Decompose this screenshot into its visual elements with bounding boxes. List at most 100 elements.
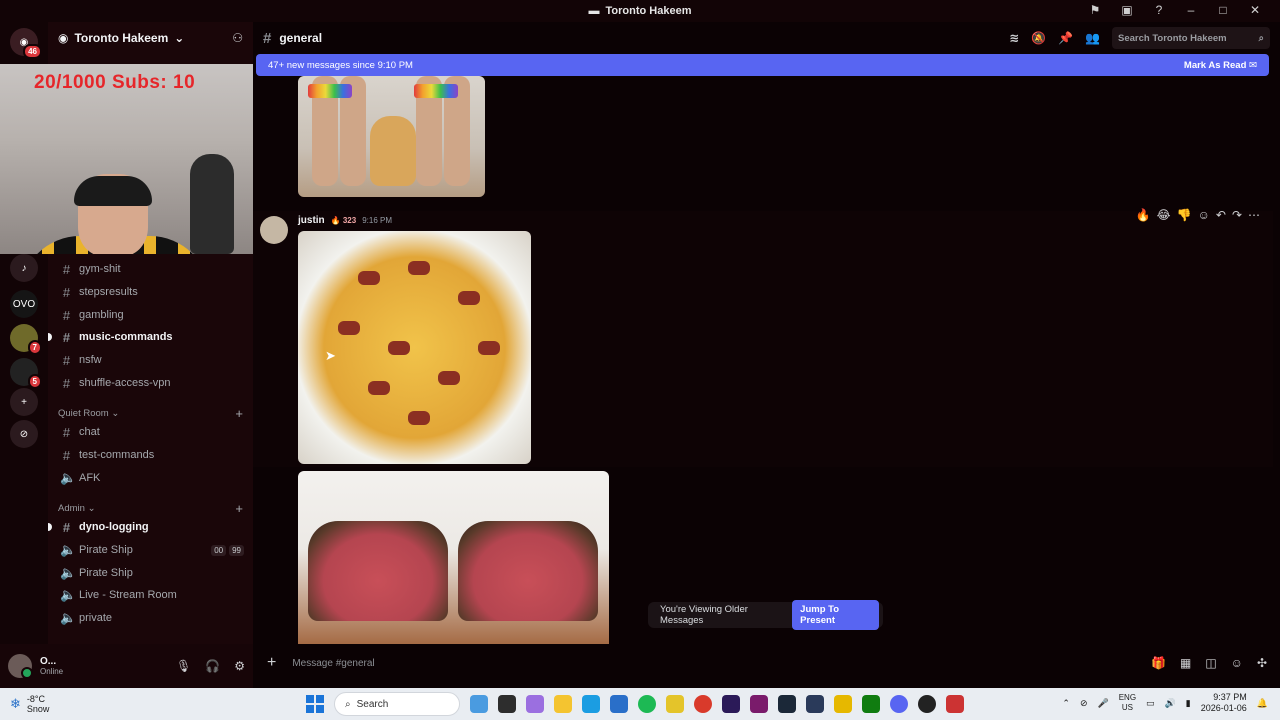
guild-header[interactable]: ◉ Toronto Hakeem ⌄ ⚇ bbox=[48, 22, 253, 54]
file-explorer-icon[interactable] bbox=[554, 695, 572, 713]
app-icon-2[interactable] bbox=[806, 695, 824, 713]
edge-browser-icon[interactable] bbox=[582, 695, 600, 713]
spotify-icon[interactable] bbox=[638, 695, 656, 713]
microphone-icon[interactable]: 🎤 bbox=[1097, 698, 1108, 709]
help-icon[interactable]: ? bbox=[1152, 3, 1166, 17]
copilot-icon[interactable] bbox=[526, 695, 544, 713]
channel-nsfw[interactable]: # nsfw bbox=[56, 350, 244, 370]
media-app-icon[interactable] bbox=[750, 695, 768, 713]
reaction-thumbs-down-icon[interactable]: 👎 bbox=[1177, 208, 1192, 222]
sticker-icon[interactable]: ◫ bbox=[1205, 656, 1216, 670]
app-icon[interactable] bbox=[666, 695, 684, 713]
pin-icon[interactable]: 📌 bbox=[1058, 31, 1073, 45]
avatar[interactable] bbox=[8, 654, 33, 679]
home-button[interactable]: ◉ 46 bbox=[10, 28, 42, 59]
voice-channel-afk[interactable]: 🔈 AFK bbox=[56, 468, 244, 488]
channel-music-commands[interactable]: # music-commands bbox=[48, 327, 244, 347]
windows-start-icon[interactable] bbox=[306, 695, 324, 713]
premiere-icon[interactable] bbox=[722, 695, 740, 713]
weather-widget[interactable]: ❄ -8°C Snow bbox=[0, 694, 120, 714]
create-channel-icon[interactable]: + bbox=[235, 501, 243, 516]
attach-plus-icon[interactable]: + bbox=[267, 654, 276, 672]
app-icon-3[interactable] bbox=[946, 695, 964, 713]
close-icon[interactable]: ✕ bbox=[1248, 3, 1262, 17]
channel-chat[interactable]: # chat bbox=[56, 422, 244, 442]
invite-people-icon[interactable]: ⚇ bbox=[232, 31, 243, 45]
new-messages-bar[interactable]: 47+ new messages since 9:10 PM Mark As R… bbox=[256, 54, 1269, 76]
notifications-muted-icon[interactable]: 🔕 bbox=[1031, 31, 1046, 45]
search-icon: ⌕ bbox=[345, 698, 351, 710]
add-reaction-icon[interactable]: ☺ bbox=[1198, 208, 1210, 222]
chrome-icon[interactable] bbox=[694, 695, 712, 713]
header-toolbar: ≋ 🔕 📌 👥 Search Toronto Hakeem ⌕ bbox=[1009, 27, 1270, 49]
server-icon-3[interactable]: 7 bbox=[10, 324, 42, 355]
clock[interactable]: 9:37 PM 2026-01-06 bbox=[1201, 692, 1247, 714]
jump-to-present-button[interactable]: Jump To Present bbox=[792, 600, 879, 630]
microphone-icon[interactable]: 🎙 bbox=[176, 659, 191, 673]
minimize-icon[interactable]: – bbox=[1184, 3, 1198, 17]
volume-icon[interactable]: 🔊 bbox=[1165, 698, 1176, 709]
server-icon-1[interactable]: ♪ bbox=[10, 254, 38, 282]
category-quiet-room[interactable]: Quiet Room ⌄ + bbox=[58, 405, 243, 421]
voice-channel-pirate-ship-2[interactable]: 🔈 Pirate Ship bbox=[56, 563, 244, 583]
reaction-laugh-icon[interactable]: 😂 bbox=[1157, 208, 1171, 222]
message-author[interactable]: justin bbox=[298, 215, 325, 226]
gif-icon[interactable]: ▦ bbox=[1180, 656, 1191, 670]
camera-off-icon[interactable]: ⊘ bbox=[1080, 698, 1088, 709]
battery-icon[interactable]: ▮ bbox=[1186, 698, 1191, 709]
channel-gambling[interactable]: # gambling bbox=[56, 305, 244, 325]
more-icon[interactable]: ⋯ bbox=[1248, 208, 1260, 222]
category-admin[interactable]: Admin ⌄ + bbox=[58, 500, 243, 516]
threads-icon[interactable]: ≋ bbox=[1009, 31, 1019, 45]
attachment-image-3[interactable] bbox=[298, 471, 609, 644]
channel-gym-shit[interactable]: # gym-shit bbox=[56, 259, 244, 279]
avatar[interactable] bbox=[260, 216, 288, 244]
headphones-icon[interactable]: 🎧 bbox=[205, 659, 220, 673]
emoji-icon[interactable]: ☺ bbox=[1231, 656, 1243, 670]
member-list-icon[interactable]: 👥 bbox=[1085, 31, 1100, 45]
discord-icon[interactable] bbox=[890, 695, 908, 713]
chevron-up-icon[interactable]: ⌃ bbox=[1062, 698, 1070, 709]
channel-shuffle-access-vpn[interactable]: # shuffle-access-vpn bbox=[56, 373, 244, 393]
server-icon-ovo[interactable]: OVO bbox=[10, 290, 38, 318]
xbox-icon[interactable] bbox=[862, 695, 880, 713]
settings-gear-icon[interactable]: ⚙ bbox=[234, 659, 245, 673]
taskbar-search[interactable]: ⌕ Search bbox=[334, 692, 460, 716]
voice-channel-pirate-ship[interactable]: 🔈 Pirate Ship 00 99 bbox=[56, 540, 244, 560]
network-icon[interactable]: ▭ bbox=[1146, 698, 1155, 709]
apps-icon[interactable]: ✣ bbox=[1257, 656, 1267, 670]
add-server-button[interactable]: + bbox=[10, 388, 38, 416]
maximize-icon[interactable]: □ bbox=[1216, 3, 1230, 17]
attachment-image-1[interactable] bbox=[298, 76, 485, 197]
reaction-fire-icon[interactable]: 🔥 bbox=[1136, 208, 1151, 222]
channel-dyno-logging[interactable]: # dyno-logging bbox=[48, 517, 244, 537]
flag-icon[interactable]: ⚑ bbox=[1088, 3, 1102, 17]
notepad-icon[interactable] bbox=[610, 695, 628, 713]
taskbar-apps: ⌕ Search bbox=[306, 692, 964, 716]
channel-test-commands[interactable]: # test-commands bbox=[56, 445, 244, 465]
language-indicator[interactable]: ENG US bbox=[1119, 693, 1136, 713]
message-composer[interactable]: + Message #general 🎁 ▦ ◫ ☺ ✣ bbox=[261, 649, 1273, 677]
discover-button[interactable]: ⊘ bbox=[10, 420, 38, 448]
inbox-icon[interactable]: ▣ bbox=[1120, 3, 1134, 17]
steam-icon[interactable] bbox=[778, 695, 796, 713]
server-icon-phantom[interactable]: 5 bbox=[10, 358, 42, 389]
create-channel-icon[interactable]: + bbox=[235, 406, 243, 421]
speaker-icon: 🔈 bbox=[60, 565, 77, 580]
message-input[interactable]: Message #general bbox=[292, 658, 374, 669]
reply-icon[interactable]: ↶ bbox=[1216, 208, 1226, 222]
task-view-icon[interactable] bbox=[498, 695, 516, 713]
widgets-app-icon[interactable] bbox=[470, 695, 488, 713]
forward-icon[interactable]: ↷ bbox=[1232, 208, 1242, 222]
voice-channel-private[interactable]: 🔈 private bbox=[56, 608, 244, 628]
gift-icon[interactable]: 🎁 bbox=[1151, 656, 1166, 670]
notifications-icon[interactable]: 🔔 bbox=[1257, 698, 1268, 709]
search-input[interactable]: Search Toronto Hakeem ⌕ bbox=[1112, 27, 1270, 49]
channel-stepsresults[interactable]: # stepsresults bbox=[56, 282, 244, 302]
warning-app-icon[interactable] bbox=[834, 695, 852, 713]
mark-as-read-button[interactable]: Mark As Read ✉ bbox=[1184, 60, 1257, 71]
user-panel: O... Online 🎙 🎧 ⚙ bbox=[0, 644, 253, 688]
voice-channel-live-stream-room[interactable]: 🔈 Live - Stream Room bbox=[56, 585, 244, 605]
user-info[interactable]: O... Online bbox=[40, 656, 63, 677]
obs-icon[interactable] bbox=[918, 695, 936, 713]
